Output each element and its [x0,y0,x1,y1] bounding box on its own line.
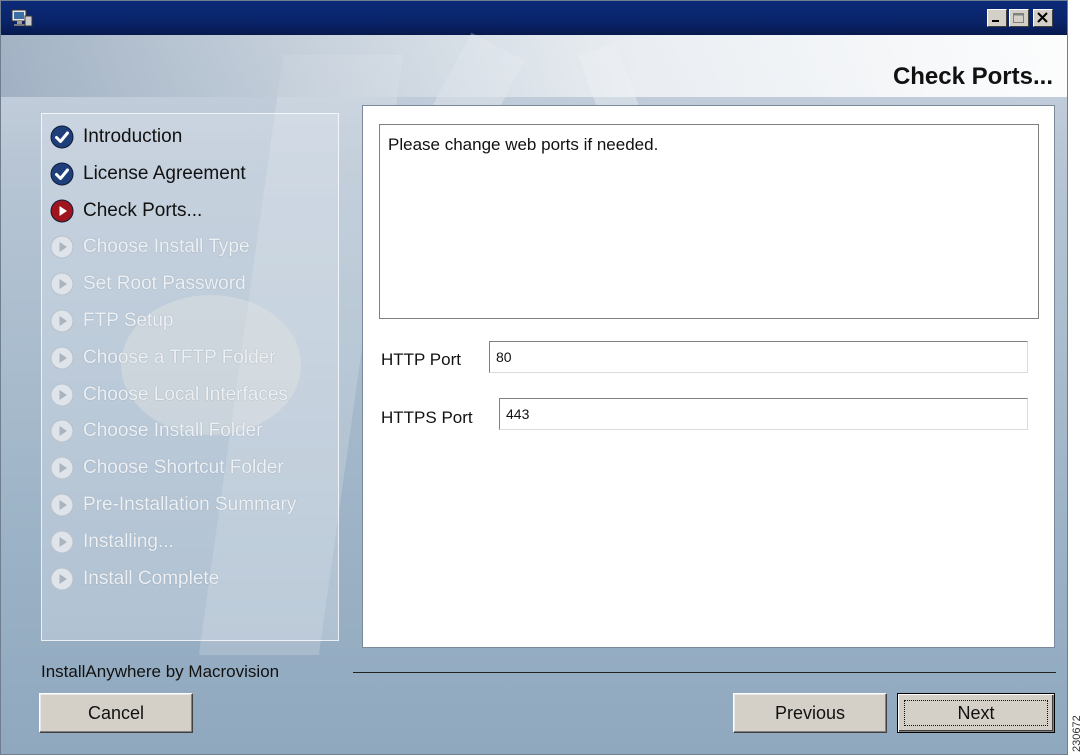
close-button[interactable] [1033,9,1053,27]
steps-panel: Introduction License Agreement Check Ports… [41,113,339,641]
step-item: Check Ports... [50,196,202,226]
step-item: Install Complete [50,564,219,594]
installer-app-icon [11,9,33,27]
step-label: Introduction [83,126,183,147]
message-box: Please change web ports if needed. [379,124,1039,319]
step-item: Choose a TFTP Folder [50,343,276,373]
page-title: Check Ports... [892,63,1053,90]
http-port-label: HTTP Port [381,350,461,369]
play-circle-icon [50,309,74,333]
step-item: License Agreement [50,159,246,189]
side-stamp: 230672 [1071,715,1083,752]
step-label: Install Complete [83,567,220,589]
step-item: Introduction [50,122,182,152]
content-panel: Please change web ports if needed. HTTP … [362,105,1055,648]
title-bar[interactable] [1,1,1067,35]
https-port-input[interactable] [499,398,1028,430]
vendor-divider [353,672,1056,673]
play-circle-icon [50,493,74,517]
step-label: Choose Install Folder [83,420,263,442]
step-label: Set Root Password [83,273,246,295]
previous-button[interactable]: Previous [733,693,887,733]
play-circle-icon [50,530,74,554]
step-label: Pre-Installation Summary [83,494,297,515]
play-circle-icon [50,456,74,480]
play-circle-icon [50,346,74,370]
step-label: Choose Local Interfaces [83,383,288,405]
close-icon [1037,12,1048,23]
play-circle-icon [50,383,74,407]
http-port-input[interactable] [489,341,1028,373]
checkmark-circle-icon [50,125,74,149]
step-label: License Agreement [83,162,246,184]
minimize-icon [992,20,999,22]
https-port-label: HTTPS Port [381,408,473,427]
step-label: FTP Setup [83,310,174,331]
maximize-icon [1013,13,1024,23]
cancel-button[interactable]: Cancel [39,693,193,733]
step-label: Choose Install Type [83,236,250,258]
message-text: Please change web ports if needed. [388,135,659,154]
step-item: Choose Install Folder [50,416,263,446]
focus-rectangle [904,700,1048,726]
vendor-label: InstallAnywhere by Macrovision [41,662,280,681]
play-circle-icon [50,199,74,223]
step-label: Check Ports... [83,199,203,221]
play-circle-icon [50,272,74,296]
step-item: Choose Shortcut Folder [50,453,284,483]
step-label: Installing... [83,530,174,552]
step-item: Choose Local Interfaces [50,380,288,410]
play-circle-icon [50,567,74,591]
step-item: Choose Install Type [50,232,250,262]
step-item: FTP Setup [50,306,173,336]
step-item: Installing... [50,527,174,557]
next-button[interactable]: Next [897,693,1055,733]
installer-window: Check Ports... Introduction License Agree… [0,0,1068,755]
play-circle-icon [50,419,74,443]
checkmark-circle-icon [50,162,74,186]
play-circle-icon [50,235,74,259]
step-item: Set Root Password [50,269,246,299]
step-label: Choose a TFTP Folder [83,346,276,368]
maximize-button[interactable] [1009,9,1029,27]
step-item: Pre-Installation Summary [50,490,296,520]
minimize-button[interactable] [987,9,1007,27]
step-label: Choose Shortcut Folder [83,457,284,479]
